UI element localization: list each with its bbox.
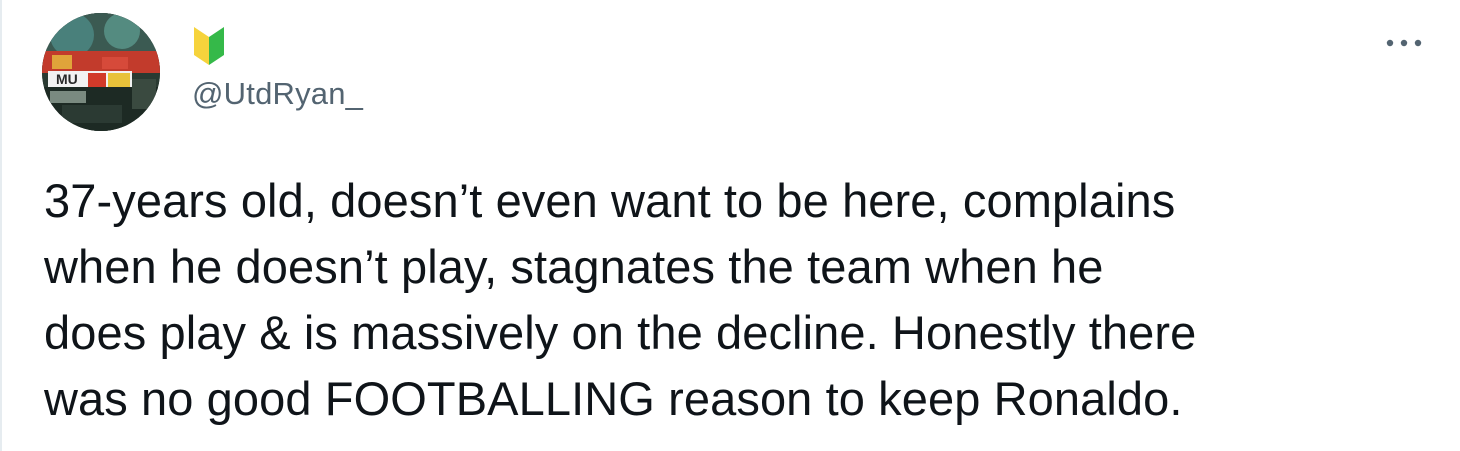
tweet-text: 37-years old, doesn’t even want to be he…	[44, 174, 1197, 425]
author-handle[interactable]: @UtdRyan_	[192, 74, 363, 114]
beginner-badge-icon	[194, 27, 224, 65]
more-options-icon	[1386, 39, 1422, 47]
svg-text:MU: MU	[56, 71, 78, 87]
more-options-button[interactable]	[1382, 28, 1426, 58]
avatar[interactable]: MU	[42, 13, 160, 131]
avatar-image: MU	[42, 13, 160, 131]
author-name-row	[192, 22, 226, 68]
tweet-card: MU @UtdRyan_ 37-years old, doesn’t even …	[0, 0, 1460, 451]
